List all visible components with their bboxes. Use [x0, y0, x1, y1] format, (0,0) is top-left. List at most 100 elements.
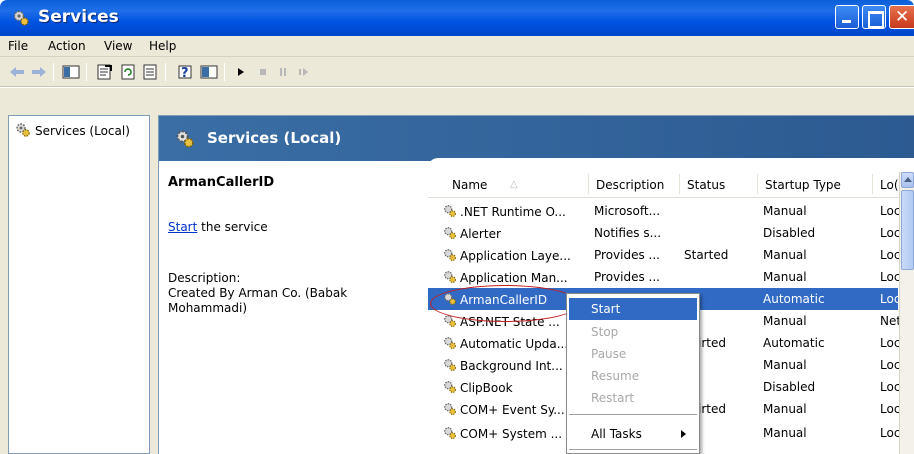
services-banner: Services (Local) — [159, 116, 914, 161]
table-row[interactable]: Alerter Notifies s... Disabled Loc — [428, 222, 901, 244]
service-gear-icon — [442, 336, 458, 353]
service-name: Background Int... — [460, 359, 563, 373]
services-gear-icon — [12, 9, 30, 27]
service-startup-type: Manual — [763, 402, 807, 416]
service-name: Application Man... — [460, 271, 568, 285]
context-menu-separator — [569, 449, 697, 450]
tree-item-label: Services (Local) — [35, 124, 130, 138]
service-description: Provides ... — [594, 248, 660, 262]
column-header-logon[interactable]: Lo( — [872, 174, 899, 194]
show-hide-action-pane-icon[interactable] — [200, 64, 218, 80]
service-name: COM+ Event Sy... — [460, 403, 565, 417]
service-logon: Loc — [880, 270, 901, 284]
service-startup-type: Manual — [763, 204, 807, 218]
forward-icon[interactable] — [30, 64, 48, 80]
close-icon: ✕ — [895, 7, 910, 27]
export-list-icon[interactable] — [142, 64, 160, 80]
menu-file[interactable]: File — [8, 39, 28, 53]
service-logon: Loc — [880, 248, 901, 262]
context-menu-restart[interactable]: Restart — [569, 387, 697, 409]
service-gear-icon — [442, 204, 458, 221]
service-status: irted — [698, 336, 726, 350]
service-description: Microsoft... — [594, 204, 661, 218]
service-logon: Loc — [880, 358, 901, 372]
window-title: Services — [38, 7, 119, 27]
service-logon: Loc — [880, 226, 901, 240]
service-name: Alerter — [460, 227, 501, 241]
start-service-link[interactable]: Start — [168, 220, 197, 234]
title-bar: Services ✕ — [0, 0, 914, 36]
menu-item-label: All Tasks — [591, 427, 642, 441]
back-icon[interactable] — [8, 64, 26, 80]
context-menu-pause[interactable]: Pause — [569, 343, 697, 365]
service-gear-icon — [442, 270, 458, 287]
menu-bar: File Action View Help — [0, 36, 914, 57]
tree-item-services-local[interactable]: Services (Local) — [15, 122, 130, 141]
column-header-startup-type[interactable]: Startup Type — [757, 174, 841, 194]
banner-title: Services (Local) — [207, 129, 342, 147]
services-gear-icon — [15, 122, 31, 141]
start-suffix: the service — [197, 220, 268, 234]
menu-view[interactable]: View — [104, 39, 132, 53]
menu-action[interactable]: Action — [48, 39, 86, 53]
context-menu-resume[interactable]: Resume — [569, 365, 697, 387]
help-icon[interactable]: ? — [176, 64, 194, 80]
table-row[interactable]: Application Laye... Provides ... Started… — [428, 244, 901, 266]
stop-icon[interactable] — [254, 64, 272, 80]
column-header-name[interactable]: Name — [452, 178, 487, 192]
service-startup-type: Disabled — [763, 380, 816, 394]
toolbar: ? — [0, 57, 914, 87]
service-logon: Loc — [880, 292, 901, 306]
service-startup-type: Manual — [763, 248, 807, 262]
show-hide-tree-icon[interactable] — [62, 64, 80, 80]
context-menu-start[interactable]: Start — [569, 298, 697, 320]
refresh-icon[interactable] — [120, 64, 138, 80]
description-text: Created By Arman Co. (Babak Mohammadi) — [168, 286, 348, 315]
svg-text:?: ? — [181, 66, 189, 80]
service-startup-type: Automatic — [763, 292, 825, 306]
context-menu-separator — [569, 414, 697, 415]
column-header-description[interactable]: Description — [587, 174, 664, 194]
service-startup-type: Manual — [763, 314, 807, 328]
minimize-button[interactable] — [835, 5, 859, 29]
service-startup-type: Manual — [763, 358, 807, 372]
menu-item-label: Restart — [591, 391, 635, 405]
column-header-status[interactable]: Status — [678, 174, 725, 194]
service-gear-icon — [442, 248, 458, 265]
menu-item-label: Resume — [591, 369, 640, 383]
service-gear-icon — [442, 380, 458, 397]
table-row[interactable]: .NET Runtime O... Microsoft... Manual Lo… — [428, 200, 900, 222]
service-name: Application Laye... — [460, 249, 571, 263]
highlight-ellipse — [430, 285, 580, 322]
tree-pane: Services (Local) — [8, 115, 150, 454]
service-status: irted — [698, 402, 726, 416]
close-button[interactable]: ✕ — [889, 5, 914, 29]
service-logon: Net — [880, 314, 902, 328]
play-icon[interactable] — [232, 64, 250, 80]
restart-icon[interactable] — [294, 64, 312, 80]
service-logon: Loc — [880, 426, 901, 440]
menu-item-label: Pause — [591, 347, 627, 361]
scroll-thumb[interactable] — [901, 190, 914, 270]
service-logon: Loc — [880, 380, 901, 394]
service-gear-icon — [442, 402, 458, 419]
pause-icon[interactable] — [274, 64, 292, 80]
service-logon: Loc — [880, 402, 901, 416]
scroll-up-button[interactable] — [901, 172, 914, 188]
context-menu-stop[interactable]: Stop — [569, 321, 697, 343]
context-menu-all-tasks[interactable]: All Tasks — [569, 423, 697, 445]
vertical-scrollbar[interactable] — [899, 172, 914, 454]
service-gear-icon — [442, 226, 458, 243]
menu-item-label: Start — [591, 302, 621, 316]
service-name: ClipBook — [460, 381, 513, 395]
toolbar-separator — [53, 63, 54, 81]
maximize-button[interactable] — [862, 5, 886, 29]
properties-icon[interactable] — [96, 64, 114, 80]
list-header: Name △ Description Status Startup Type L… — [428, 172, 914, 198]
service-name: Automatic Upda... — [460, 337, 569, 351]
menu-help[interactable]: Help — [149, 39, 176, 53]
services-gear-icon — [175, 129, 195, 152]
service-status: Started — [684, 248, 729, 262]
service-name: COM+ System ... — [460, 427, 563, 441]
service-startup-type: Manual — [763, 270, 807, 284]
